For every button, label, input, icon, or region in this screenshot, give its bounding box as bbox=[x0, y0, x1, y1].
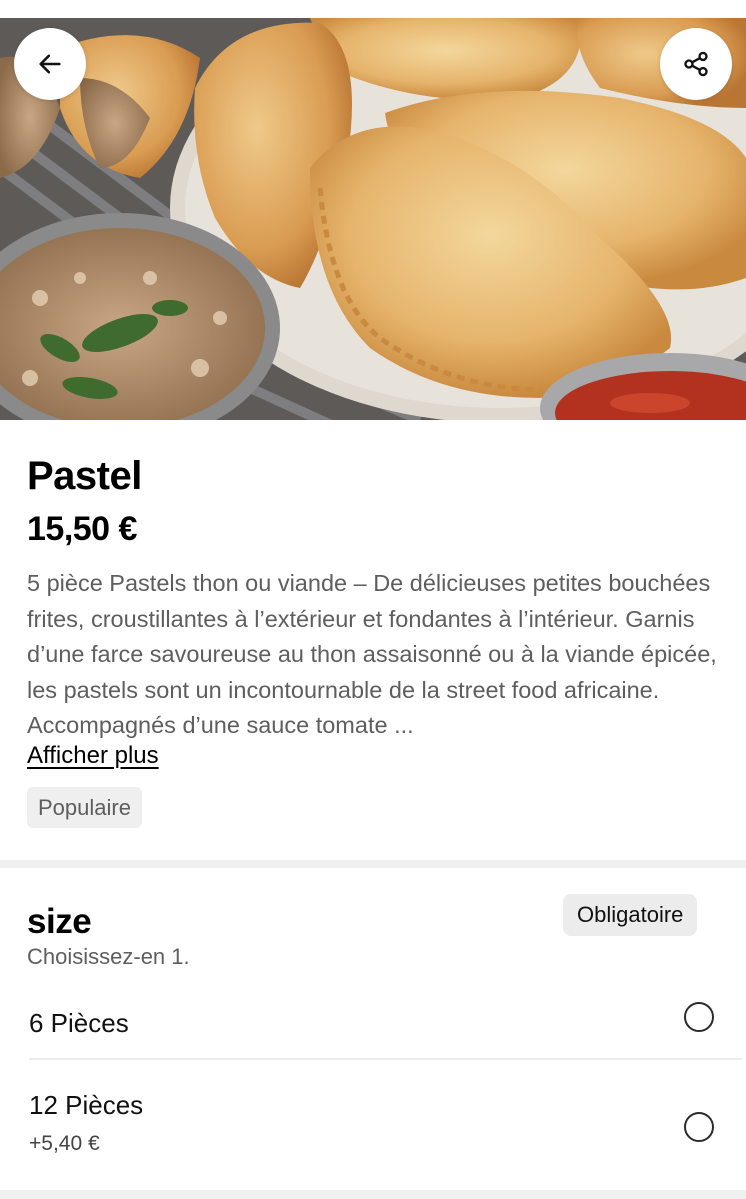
show-more-link[interactable]: Afficher plus bbox=[27, 742, 159, 770]
product-image bbox=[0, 18, 746, 420]
arrow-left-icon bbox=[39, 54, 61, 74]
radio-button[interactable] bbox=[684, 1002, 714, 1032]
product-description: 5 pièce Pastels thon ou viande – De déli… bbox=[27, 570, 717, 738]
section-divider bbox=[0, 860, 746, 868]
product-title: Pastel bbox=[27, 454, 142, 498]
option-6-pieces[interactable]: 6 Pièces bbox=[29, 978, 742, 1060]
back-button[interactable] bbox=[14, 28, 86, 100]
option-group-title: size bbox=[27, 902, 92, 941]
share-button[interactable] bbox=[660, 28, 732, 100]
option-label: 6 Pièces bbox=[29, 1008, 129, 1038]
popular-badge: Populaire bbox=[27, 787, 142, 828]
share-icon bbox=[684, 51, 708, 77]
top-strip bbox=[0, 0, 746, 18]
radio-button[interactable] bbox=[684, 1112, 714, 1142]
option-group-hint: Choisissez-en 1. bbox=[27, 944, 190, 969]
size-option-group: size Choisissez-en 1. Obligatoire 6 Pièc… bbox=[0, 868, 746, 1190]
bottom-divider bbox=[0, 1190, 746, 1199]
option-extra-price: +5,40 € bbox=[29, 1132, 100, 1155]
option-label: 12 Pièces bbox=[29, 1090, 144, 1120]
product-price: 15,50 € bbox=[27, 510, 137, 548]
option-12-pieces[interactable]: 12 Pièces +5,40 € bbox=[29, 1060, 742, 1180]
required-badge: Obligatoire bbox=[563, 894, 698, 936]
